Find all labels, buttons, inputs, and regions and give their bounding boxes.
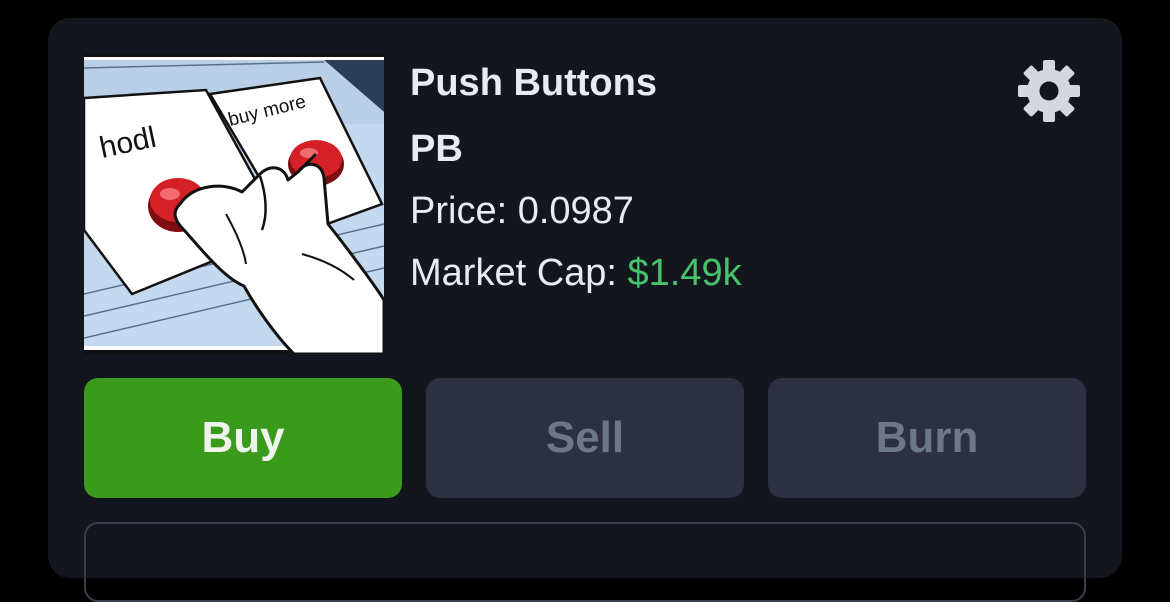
price-label: Price: <box>410 190 508 232</box>
token-name: Push Buttons <box>410 62 657 104</box>
market-cap-row: Market Cap: $1.49k <box>410 252 742 295</box>
buy-button[interactable]: Buy <box>84 378 402 498</box>
amount-input[interactable] <box>84 522 1086 602</box>
sell-button[interactable]: Sell <box>426 378 744 498</box>
market-cap-value: $1.49k <box>627 252 742 294</box>
token-symbol: PB <box>410 128 463 170</box>
price-row: Price: 0.0987 <box>410 190 634 233</box>
gear-icon[interactable] <box>1016 58 1082 124</box>
price-value: 0.0987 <box>517 190 634 232</box>
token-card: hodl buy more Push Buttons PB Price: 0.0… <box>48 18 1122 602</box>
market-cap-label: Market Cap: <box>410 252 617 294</box>
token-image: hodl buy more <box>84 54 384 354</box>
burn-button[interactable]: Burn <box>768 378 1086 498</box>
